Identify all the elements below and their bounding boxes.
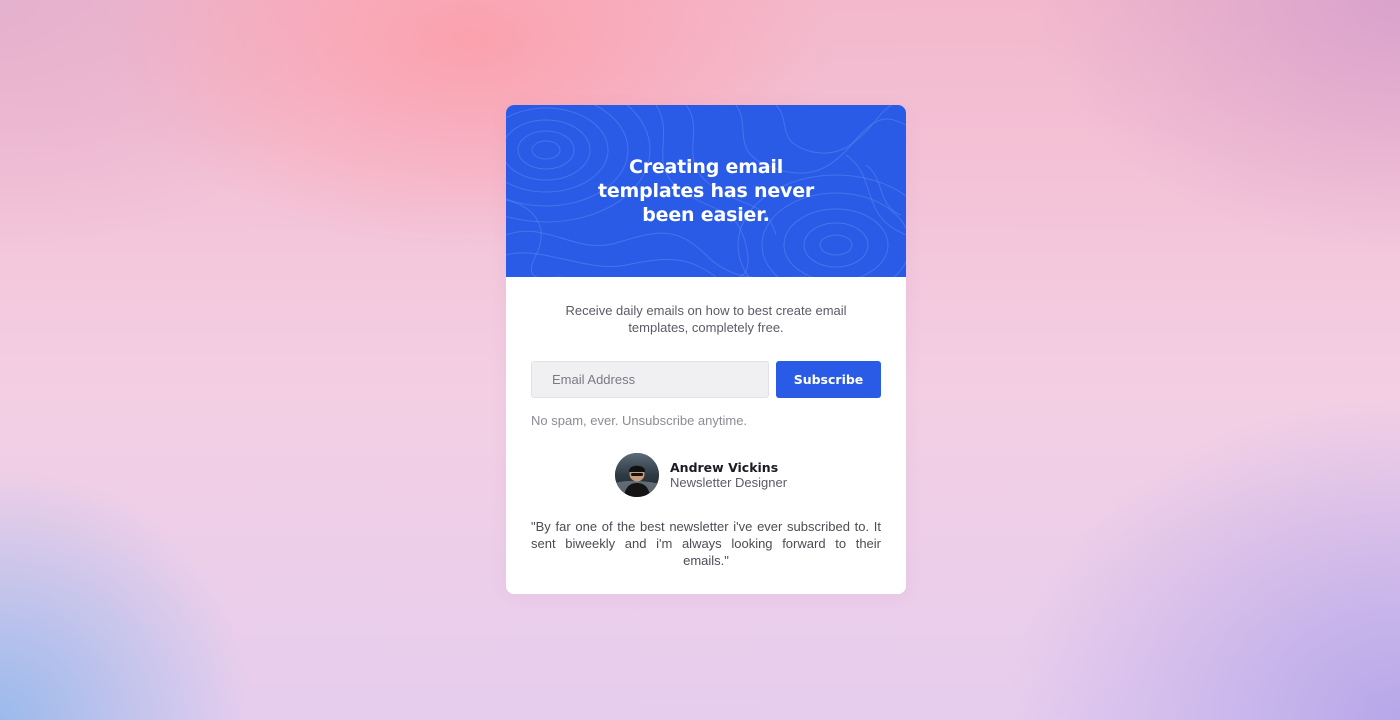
intro-text: Receive daily emails on how to best crea… bbox=[565, 303, 847, 335]
newsletter-card: Creating email templates has never been … bbox=[506, 105, 906, 594]
hero-banner: Creating email templates has never been … bbox=[506, 105, 906, 277]
hero-title: Creating email templates has never been … bbox=[597, 156, 815, 226]
avatar bbox=[615, 453, 659, 497]
no-spam-note: No spam, ever. Unsubscribe anytime. bbox=[531, 413, 748, 428]
author-name: Andrew Vickins bbox=[670, 460, 779, 475]
subscribe-button[interactable]: Subscribe bbox=[776, 361, 881, 398]
author-role: Newsletter Designer bbox=[670, 475, 788, 490]
testimonial-quote: "By far one of the best newsletter i've … bbox=[531, 519, 881, 568]
avatar-photo-icon bbox=[615, 453, 659, 497]
email-field[interactable] bbox=[531, 361, 769, 398]
